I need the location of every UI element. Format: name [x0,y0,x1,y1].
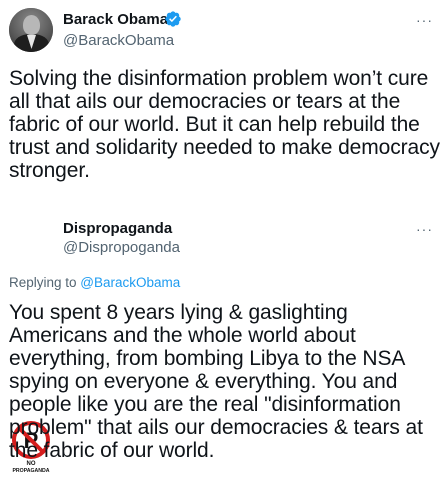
author-handle[interactable]: @Dispropoganda [63,239,180,256]
tweet-obama[interactable]: Barack Obama @BarackObama ··· Solving th… [0,0,445,205]
avatar-obama[interactable] [9,8,53,52]
tweet-text: Solving the disinformation problem won’t… [9,67,440,182]
replying-prefix: Replying to [9,275,81,290]
replying-to-link[interactable]: @BarackObama [80,275,180,290]
more-options-icon[interactable]: ··· [416,222,433,236]
tweet-text: You spent 8 years lying & gaslighting Am… [9,301,423,462]
logo-caption-bottom: PROPAGANDA [12,468,49,474]
replying-to: Replying to @BarackObama [9,275,180,290]
verified-badge-icon [165,11,181,27]
author-name[interactable]: Barack Obama [63,11,168,28]
author-name[interactable]: Dispropaganda [63,220,172,237]
more-options-icon[interactable]: ··· [416,13,433,27]
tweet-dispropaganda[interactable]: P NO PROPAGANDA Dispropaganda @Dispropog… [0,205,445,500]
author-handle[interactable]: @BarackObama [63,32,174,49]
